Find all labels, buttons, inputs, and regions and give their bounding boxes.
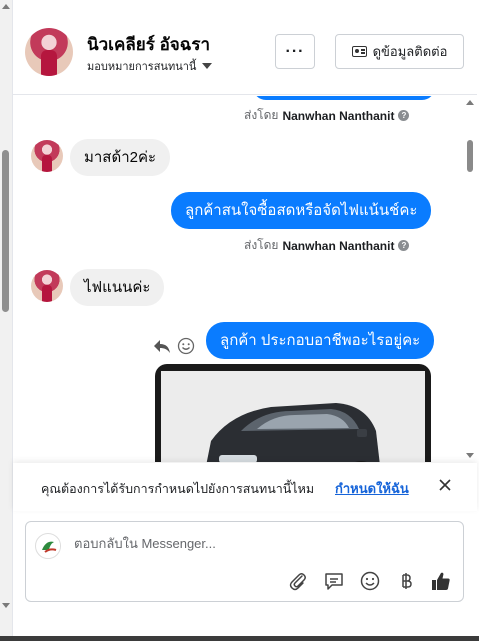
sent-by-label: ส่งโดย Nanwhan Nanthanit ? bbox=[244, 236, 410, 255]
close-icon[interactable] bbox=[437, 477, 453, 493]
car-photo bbox=[161, 371, 425, 462]
scroll-down-arrow[interactable] bbox=[2, 603, 10, 608]
scroll-up-arrow[interactable] bbox=[466, 100, 474, 105]
view-contact-info-button[interactable]: ดูข้อมูลติดต่อ bbox=[335, 34, 464, 69]
sent-by-name: Nanwhan Nanthanit bbox=[282, 238, 395, 253]
message-thread[interactable]: ส่งโดย Nanwhan Nanthanit ? มาสด้า2ค่ะ ลู… bbox=[13, 96, 477, 462]
message-bubble-outgoing[interactable] bbox=[253, 96, 435, 100]
scroll-down-arrow[interactable] bbox=[466, 453, 474, 458]
thread-scrollbar[interactable] bbox=[464, 96, 476, 462]
help-icon[interactable]: ? bbox=[398, 240, 410, 251]
message-bubble-incoming[interactable]: ไฟแนนค่ะ bbox=[70, 269, 165, 306]
id-card-icon bbox=[351, 46, 367, 57]
scrollbar-thumb[interactable] bbox=[467, 140, 473, 172]
page-avatar bbox=[35, 533, 61, 559]
emoji-icon[interactable] bbox=[359, 570, 381, 592]
reply-composer bbox=[25, 521, 464, 602]
saved-reply-icon[interactable] bbox=[323, 570, 345, 592]
chevron-down-icon bbox=[202, 63, 213, 69]
sent-by-label: ส่งโดย Nanwhan Nanthanit ? bbox=[244, 106, 410, 125]
contact-name[interactable]: นิวเคลียร์ อัจฉรา bbox=[87, 31, 210, 58]
sent-by-prefix: ส่งโดย bbox=[244, 238, 279, 252]
scrollbar-thumb[interactable] bbox=[2, 150, 9, 312]
baht-icon[interactable] bbox=[395, 570, 417, 592]
message-bubble-outgoing[interactable]: ลูกค้า ประกอบอาชีพอะไรอยู่คะ bbox=[206, 322, 435, 359]
assign-label: มอบหมายการสนทนานี้ bbox=[87, 61, 197, 73]
message-bubble-outgoing[interactable]: ลูกค้าสนใจซื้อสดหรือจัดไฟแน้นช์คะ bbox=[171, 192, 432, 229]
car-image bbox=[161, 371, 425, 462]
image-message[interactable] bbox=[155, 364, 431, 462]
contact-avatar[interactable] bbox=[25, 28, 73, 76]
conversation-panel: นิวเคลียร์ อัจฉรา มอบหมายการสนทนานี้ ···… bbox=[12, 0, 477, 641]
smile-icon[interactable] bbox=[177, 337, 195, 355]
page-logo-icon bbox=[37, 535, 60, 558]
help-icon[interactable]: ? bbox=[398, 110, 410, 121]
sent-by-name: Nanwhan Nanthanit bbox=[282, 108, 395, 123]
reply-input[interactable] bbox=[74, 536, 434, 551]
assign-dropdown[interactable]: มอบหมายการสนทนานี้ bbox=[87, 57, 213, 75]
conversation-header: นิวเคลียร์ อัจฉรา มอบหมายการสนทนานี้ ···… bbox=[13, 0, 477, 95]
sender-avatar[interactable] bbox=[31, 140, 63, 172]
notice-text: คุณต้องการได้รับการกำหนดไปยังการสนทนานี้… bbox=[41, 482, 315, 496]
sender-avatar[interactable] bbox=[31, 270, 63, 302]
message-bubble-incoming[interactable]: มาสด้า2ค่ะ bbox=[70, 139, 171, 176]
assignment-notice: คุณต้องการได้รับการกำหนดไปยังการสนทนานี้… bbox=[13, 463, 477, 511]
window-bottom-edge bbox=[0, 636, 479, 641]
sent-by-prefix: ส่งโดย bbox=[244, 108, 279, 122]
more-options-label: ··· bbox=[285, 42, 305, 60]
assign-to-me-link[interactable]: กำหนดให้ฉัน bbox=[335, 478, 409, 499]
view-contact-info-label: ดูข้อมูลติดต่อ bbox=[372, 44, 448, 59]
more-options-button[interactable]: ··· bbox=[275, 34, 315, 69]
like-icon[interactable] bbox=[430, 570, 452, 592]
page-scrollbar[interactable] bbox=[0, 0, 12, 641]
scroll-up-arrow[interactable] bbox=[2, 4, 10, 9]
attachment-icon[interactable] bbox=[287, 570, 309, 592]
reply-icon[interactable] bbox=[152, 336, 172, 356]
